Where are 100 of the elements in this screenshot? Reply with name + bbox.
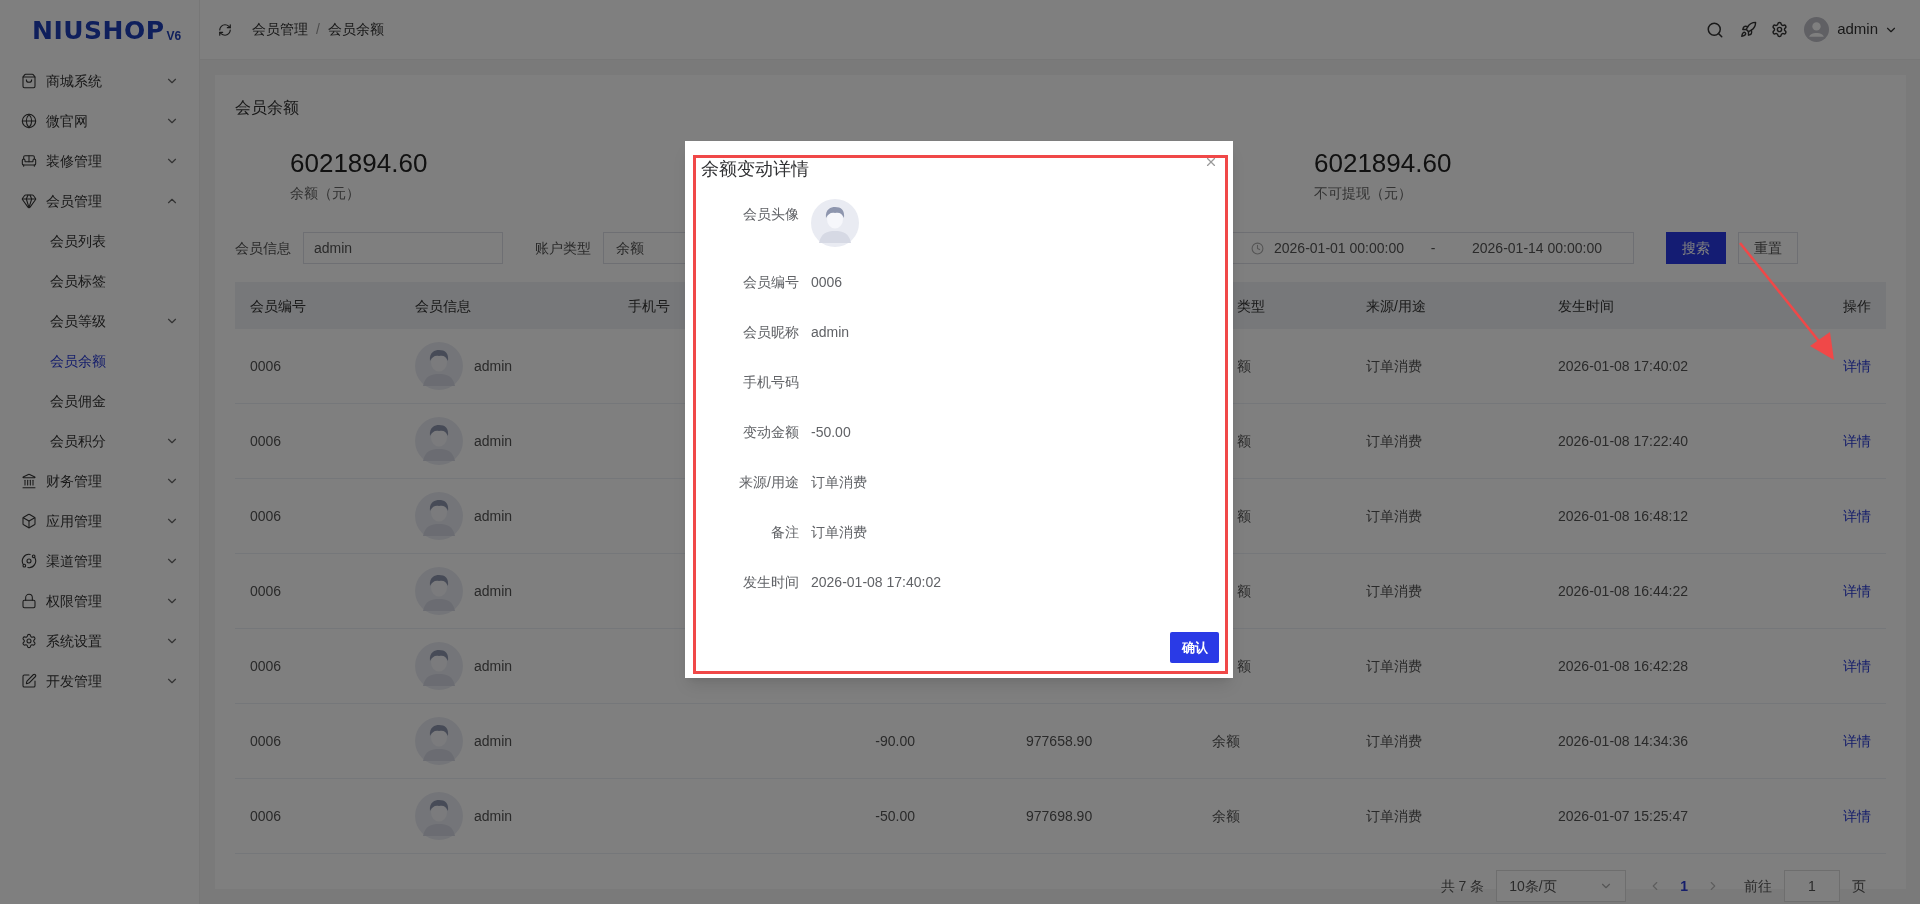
submenu-item[interactable]: 会员标签 — [0, 261, 199, 301]
breadcrumb-item[interactable]: 会员余额 — [327, 19, 384, 40]
table-cell: 额 — [1237, 358, 1251, 374]
detail-link[interactable]: 详情 — [1843, 583, 1871, 599]
submenu-item[interactable]: 会员佣金 — [0, 381, 199, 421]
goto-label: 前往 — [1744, 876, 1772, 896]
avatar-icon — [415, 792, 463, 840]
confirm-button[interactable]: 确认 — [1170, 632, 1219, 663]
table-cell: 2026-01-08 16:42:28 — [1558, 658, 1688, 674]
rocket-icon[interactable] — [1740, 21, 1758, 38]
stat-value: 6021894.60 — [290, 148, 428, 178]
search-button[interactable]: 搜索 — [1666, 232, 1726, 264]
sidebar-item[interactable]: 应用管理 — [0, 501, 199, 541]
submenu-item[interactable]: 会员余额 — [0, 341, 199, 381]
detail-link[interactable]: 详情 — [1843, 358, 1871, 374]
globe-icon — [21, 113, 37, 129]
table-cell: 余额 — [1212, 808, 1240, 824]
submenu-item[interactable]: 会员等级 — [0, 301, 199, 341]
lock-icon — [21, 593, 37, 609]
settings-icon — [21, 633, 37, 649]
table-cell-text: admin — [474, 656, 513, 676]
table-cell: 额 — [1237, 433, 1251, 449]
stat-value: 6021894.60 — [1314, 148, 1452, 178]
column-header: 会员信息 — [415, 297, 471, 314]
reset-button[interactable]: 重置 — [1738, 232, 1798, 264]
table-cell: 0006 — [250, 658, 282, 674]
submenu-item[interactable]: 会员列表 — [0, 221, 199, 261]
table-cell-text: admin — [474, 806, 513, 826]
table-cell: 0006 — [250, 508, 282, 524]
table-cell: 2026-01-08 16:48:12 — [1558, 508, 1688, 524]
table-cell: 977658.90 — [1026, 733, 1093, 749]
table-cell: 0006 — [250, 433, 282, 449]
sidebar-item[interactable]: 微官网 — [0, 101, 199, 141]
table-cell: 订单消费 — [1366, 808, 1422, 824]
sidebar-item[interactable]: 装修管理 — [0, 141, 199, 181]
field-value: 2026-01-08 17:40:02 — [811, 572, 941, 592]
detail-link[interactable]: 详情 — [1843, 658, 1871, 674]
sidebar-item[interactable]: 商城系统 — [0, 61, 199, 101]
table-cell: 2026-01-08 16:44:22 — [1558, 583, 1688, 599]
table-cell: 订单消费 — [1366, 433, 1422, 449]
sidebar-item[interactable]: 权限管理 — [0, 581, 199, 621]
total-count: 共 7 条 — [1440, 876, 1485, 896]
sidebar-item[interactable]: 渠道管理 — [0, 541, 199, 581]
goto-suffix: 页 — [1852, 876, 1866, 896]
sidebar-item[interactable]: 开发管理 — [0, 661, 199, 701]
clock-icon — [1251, 241, 1264, 255]
sidebar-item[interactable]: 财务管理 — [0, 461, 199, 501]
field-label: 会员头像 — [742, 205, 799, 224]
field-label: 发生时间 — [742, 572, 799, 592]
close-icon[interactable] — [1204, 155, 1218, 169]
table-cell: 额 — [1237, 583, 1251, 599]
field-value: 订单消费 — [811, 472, 867, 492]
page-title: 会员余额 — [235, 98, 300, 118]
orbit-icon — [21, 553, 37, 569]
detail-link[interactable]: 详情 — [1843, 508, 1871, 524]
avatar-icon — [415, 417, 463, 465]
submenu-item[interactable]: 会员积分 — [0, 421, 199, 461]
avatar-icon — [415, 642, 463, 690]
refresh-icon[interactable] — [218, 22, 232, 37]
avatar-icon — [811, 199, 859, 247]
table-cell: 订单消费 — [1366, 583, 1422, 599]
avatar-icon — [415, 717, 463, 765]
breadcrumb-separator: / — [316, 20, 320, 39]
column-header: 发生时间 — [1558, 297, 1614, 314]
avatar-icon — [415, 567, 463, 615]
page-size-select[interactable]: 10条/页 — [1496, 870, 1627, 902]
stat-label: 余额（元） — [290, 184, 360, 203]
field-value: admin — [811, 322, 850, 342]
table-cell-text: admin — [474, 431, 513, 451]
table-cell: 额 — [1237, 658, 1251, 674]
table-cell: 订单消费 — [1366, 508, 1422, 524]
detail-link[interactable]: 详情 — [1843, 733, 1871, 749]
field-label: 会员编号 — [742, 272, 799, 292]
field-label: 来源/用途 — [738, 472, 799, 492]
filter-label: 账户类型 — [535, 238, 592, 258]
column-header: 类型 — [1237, 297, 1265, 314]
table-cell: 订单消费 — [1366, 658, 1422, 674]
table-cell: 2026-01-07 15:25:47 — [1558, 808, 1688, 824]
sidebar-item[interactable]: 系统设置 — [0, 621, 199, 661]
detail-link[interactable]: 详情 — [1843, 808, 1871, 824]
sidebar-item[interactable]: 会员管理 — [0, 181, 199, 221]
page-number[interactable]: 1 — [1680, 875, 1688, 897]
field-value: -50.00 — [811, 422, 851, 442]
user-name[interactable]: admin — [1837, 18, 1878, 41]
avatar-icon — [415, 342, 463, 390]
settings-icon[interactable] — [1771, 21, 1789, 38]
table-cell: -50.00 — [875, 808, 915, 824]
breadcrumb-item[interactable]: 会员管理 — [252, 19, 308, 40]
detail-link[interactable]: 详情 — [1843, 433, 1871, 449]
table-cell: 977698.90 — [1026, 808, 1093, 824]
search-icon[interactable] — [1706, 20, 1725, 39]
column-header: 手机号 — [628, 297, 670, 314]
logo-version: V6 — [166, 27, 182, 45]
page-input[interactable]: 1 — [1784, 870, 1840, 902]
avatar-icon — [415, 492, 463, 540]
table-cell: 0006 — [250, 733, 282, 749]
table-cell: 0006 — [250, 808, 282, 824]
column-header: 会员编号 — [250, 297, 306, 314]
member-info-field[interactable]: admin — [303, 232, 503, 264]
table-cell: 额 — [1237, 508, 1251, 524]
